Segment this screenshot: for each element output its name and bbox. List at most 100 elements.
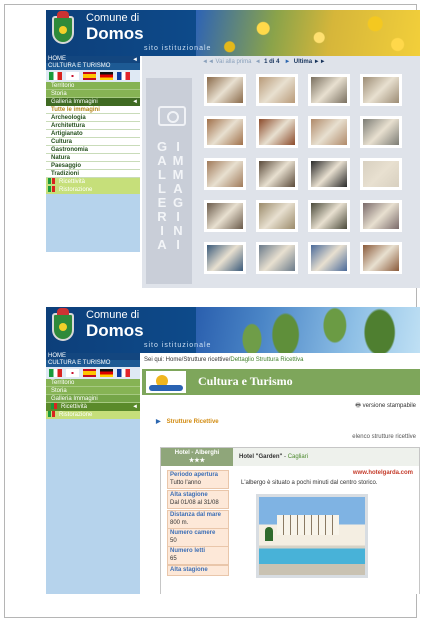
- en-flag-icon[interactable]: [66, 72, 79, 80]
- print-version-link[interactable]: versione stampabile: [355, 401, 416, 411]
- first-page-link[interactable]: ◄◄ Vai alla prima: [202, 59, 251, 65]
- flag-stripe-icon: [48, 178, 51, 185]
- hotel-info-item: Periodo apertura Tutto l'anno: [167, 470, 229, 489]
- gallery-thumbnail[interactable]: [256, 200, 298, 232]
- sidebar-subitem-artigianato[interactable]: Artigianato: [46, 130, 140, 138]
- gallery-thumbnail[interactable]: [308, 74, 350, 106]
- sidebar-fill: [46, 194, 140, 252]
- gallery-panel: ◄◄ Vai alla prima ◄ 1 di 4 ► Ultima ►► G…: [142, 56, 420, 288]
- nav-home[interactable]: HOME: [46, 56, 140, 63]
- de-flag-icon[interactable]: [100, 369, 113, 377]
- arrow-left-icon: ◄: [132, 99, 138, 105]
- info-key: Numero letti: [170, 548, 206, 554]
- category-label: Hotel - Alberghi: [174, 450, 220, 456]
- site-header: Comune di Domos sito istituzionale: [46, 10, 420, 56]
- fr-flag-icon[interactable]: [117, 72, 130, 80]
- it-flag-icon[interactable]: [49, 369, 62, 377]
- thumbnail-image: [363, 119, 399, 145]
- gallery-thumbnail[interactable]: [360, 158, 402, 190]
- language-flags: [46, 70, 140, 82]
- hotel-category: Hotel - Alberghi ★★★: [161, 448, 233, 466]
- gallery-thumbnail[interactable]: [204, 242, 246, 274]
- site-name[interactable]: Domos: [86, 24, 144, 44]
- prev-page-link[interactable]: ◄: [255, 59, 261, 65]
- info-key: Alta stagione: [170, 492, 208, 498]
- thumbnail-image: [207, 161, 243, 187]
- sidebar: HOME CULTURA E TURISMO Territorio Storia…: [46, 353, 140, 594]
- thumbnail-image: [311, 119, 347, 145]
- gallery-thumbnail[interactable]: [360, 242, 402, 274]
- gallery-thumbnail[interactable]: [204, 116, 246, 148]
- sidebar-item-ristorazione[interactable]: Ristorazione: [46, 186, 140, 194]
- gallery-thumbnail[interactable]: [204, 200, 246, 232]
- star-rating-icon: ★★★: [188, 458, 206, 464]
- flag-stripe-icon: [48, 411, 51, 418]
- sidebar-subitem-paesaggio[interactable]: Paesaggio: [46, 162, 140, 170]
- thumbnail-image: [363, 161, 399, 187]
- camera-icon: [158, 106, 186, 126]
- info-key: Numero camere: [170, 530, 216, 536]
- gallery-pagination: ◄◄ Vai alla prima ◄ 1 di 4 ► Ultima ►►: [202, 59, 326, 65]
- sidebar-fill: [46, 419, 140, 594]
- gallery-thumbnail[interactable]: [308, 116, 350, 148]
- sidebar-subitem-tradizioni[interactable]: Tradizioni: [46, 170, 140, 178]
- hotel-info-item: Numero letti 65: [167, 546, 229, 565]
- sidebar-item-storia[interactable]: Storia: [46, 387, 140, 395]
- hotel-photo[interactable]: [256, 494, 368, 578]
- crest-logo[interactable]: [52, 308, 74, 341]
- gallery-thumbnail[interactable]: [360, 200, 402, 232]
- comune-label: Comune di: [86, 309, 140, 321]
- breadcrumb-path[interactable]: Sei qui: Home/Strutture ricettive/: [144, 357, 230, 363]
- de-flag-icon[interactable]: [100, 72, 113, 80]
- gallery-thumbnail[interactable]: [256, 242, 298, 274]
- sun-sea-logo-icon: [146, 371, 186, 393]
- nav-home[interactable]: HOME: [46, 353, 140, 360]
- thumbnail-image: [207, 119, 243, 145]
- hotel-description: L'albergo è situato a pochi minuti dal c…: [241, 480, 378, 486]
- info-key: Distanza dal mare: [170, 512, 222, 518]
- gallery-thumbnail[interactable]: [256, 116, 298, 148]
- info-value: Tutto l'anno: [170, 480, 201, 486]
- thumbnail-image: [311, 245, 347, 271]
- gallery-thumbnail[interactable]: [204, 158, 246, 190]
- sidebar-item-galleria[interactable]: Galleria Immagini: [46, 395, 140, 403]
- sidebar-subitem-cultura[interactable]: Cultura: [46, 138, 140, 146]
- es-flag-icon[interactable]: [83, 369, 96, 377]
- sidebar-item-galleria[interactable]: Galleria Immagini ◄: [46, 98, 140, 106]
- sidebar-subitem-architettura[interactable]: Architettura: [46, 122, 140, 130]
- next-page-link[interactable]: ►: [284, 59, 290, 65]
- site-tagline: sito istituzionale: [144, 45, 212, 52]
- sidebar-item-ricettivita[interactable]: Ricettività: [46, 178, 140, 186]
- es-flag-icon[interactable]: [83, 72, 96, 80]
- sidebar-subitem-gastronomia[interactable]: Gastronomia: [46, 146, 140, 154]
- gallery-thumbnail[interactable]: [308, 200, 350, 232]
- sidebar-item-ricettivita[interactable]: Ricettività ◄: [46, 403, 140, 411]
- elenco-strutture-link[interactable]: elenco strutture ricettive: [352, 434, 416, 440]
- gallery-thumbnail[interactable]: [204, 74, 246, 106]
- info-value: Dal 01/08 al 31/08: [170, 500, 219, 506]
- it-flag-icon[interactable]: [49, 72, 62, 80]
- strutture-ricettive-link[interactable]: Strutture Ricettive: [156, 418, 219, 425]
- fr-flag-icon[interactable]: [117, 369, 130, 377]
- gallery-thumbnail[interactable]: [360, 74, 402, 106]
- hotel-city: Cagliari: [287, 454, 309, 460]
- gallery-thumbnail[interactable]: [256, 158, 298, 190]
- nav-cultura-turismo[interactable]: CULTURA E TURISMO: [46, 360, 140, 367]
- site-name[interactable]: Domos: [86, 321, 144, 341]
- nav-cultura-turismo[interactable]: CULTURA E TURISMO: [46, 63, 140, 70]
- gallery-thumbnail[interactable]: [256, 74, 298, 106]
- gallery-thumbnail[interactable]: [308, 158, 350, 190]
- gallery-thumbnail[interactable]: [308, 242, 350, 274]
- banner-title: Cultura e Turismo: [198, 374, 293, 388]
- sidebar-subitem-natura[interactable]: Natura: [46, 154, 140, 162]
- sidebar-subitem-archeologia[interactable]: Archeologia: [46, 114, 140, 122]
- last-page-link[interactable]: Ultima ►►: [294, 59, 326, 65]
- sidebar-item-ristorazione[interactable]: Ristorazione: [46, 411, 140, 419]
- sidebar-subitem-tutte[interactable]: Tutte le immagini ◄: [46, 57, 140, 114]
- sidebar-item-storia[interactable]: Storia: [46, 90, 140, 98]
- gallery-thumbnail[interactable]: [360, 116, 402, 148]
- crest-logo[interactable]: [52, 11, 74, 44]
- thumbnail-image: [207, 203, 243, 229]
- hotel-website-link[interactable]: www.hotelgarda.com: [353, 470, 413, 476]
- en-flag-icon[interactable]: [66, 369, 79, 377]
